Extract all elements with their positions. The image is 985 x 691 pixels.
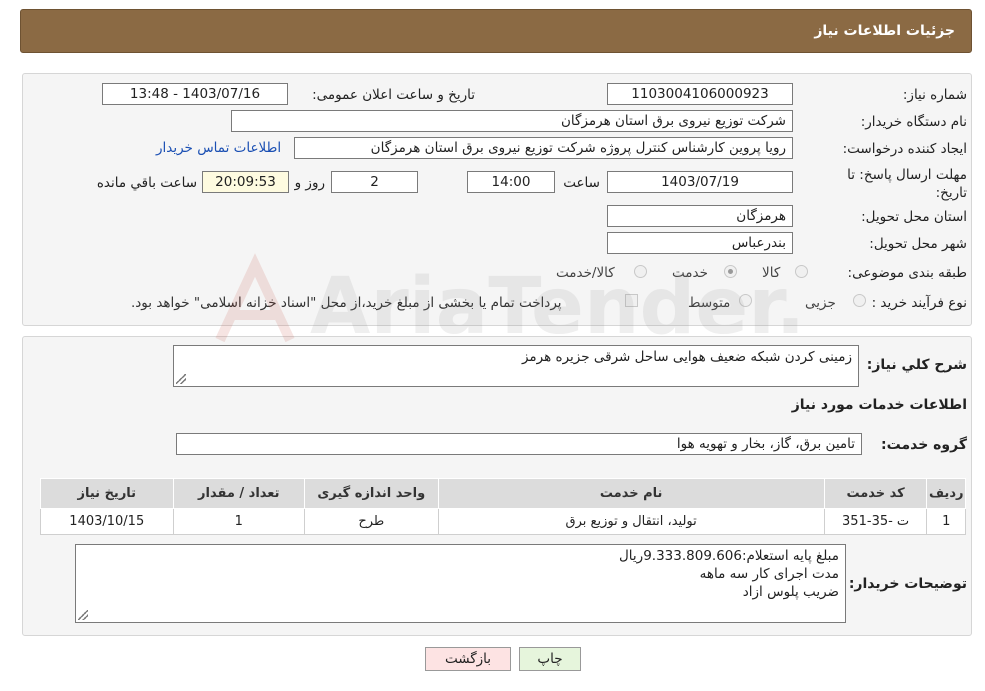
deadline-date-field[interactable]: 1403/07/19 [607,171,793,193]
province-field[interactable]: هرمزگان [607,205,793,227]
need-number-label: شماره نیاز: [902,87,967,103]
cell-row-number: 1 [926,508,966,535]
col-row-number: رديف [926,478,966,509]
col-service-code: کد خدمت [823,478,928,509]
resize-grip-icon[interactable] [78,610,88,620]
col-quantity: تعداد / مقدار [172,478,306,509]
buyer-notes-label: توضيحات خريدار: [848,576,967,592]
category-option-goods: کالا [762,265,781,281]
cell-unit: طرح [304,508,439,535]
back-button[interactable]: بازگشت [425,647,511,671]
remaining-time-field: 20:09:53 [202,171,289,193]
category-radio-service[interactable] [724,265,737,278]
col-unit: واحد اندازه گيری [304,478,439,509]
category-radio-goods-service[interactable] [634,265,647,278]
city-label: شهر محل تحویل: [869,236,967,252]
page-title: جزئیات اطلاعات نیاز [814,23,955,39]
buyer-org-field[interactable]: شرکت توزیع نیروی برق استان هرمزگان [231,110,793,132]
buyer-notes-line2: مدت اجرای کار سه ماهه [699,566,839,582]
category-radio-goods[interactable] [795,265,808,278]
buyer-org-label: نام دستگاه خریدار: [860,114,967,130]
deadline-label: مهلت ارسال پاسخ: تا تاریخ: [847,166,967,202]
category-label: طبقه بندی موضوعی: [847,265,967,281]
buyer-contact-link[interactable]: اطلاعات تماس خریدار [156,140,281,156]
treasury-payment-note: پرداخت تمام یا بخشی از مبلغ خرید،از محل … [131,295,562,311]
buyer-notes-line1: مبلغ پایه استعلام:9.333.809.606ریال [619,548,839,564]
services-table: رديف کد خدمت نام خدمت واحد اندازه گيری ت… [40,478,966,535]
cell-service-code: ت -35-351 [823,508,928,535]
days-field[interactable]: 2 [331,171,418,193]
process-option-partial: جزیی [805,295,836,311]
service-group-label: گروه خدمت: [881,437,967,453]
process-label: نوع فرآیند خرید : [871,295,967,311]
announce-label: تاریخ و ساعت اعلان عمومی: [312,87,475,103]
col-need-date: تاريخ نياز [40,478,174,509]
category-option-goods-service: کالا/خدمت [556,265,615,281]
province-label: استان محل تحویل: [861,209,967,225]
process-radio-medium[interactable] [739,294,752,307]
print-button[interactable]: چاپ [519,647,581,671]
city-field[interactable]: بندرعباس [607,232,793,254]
table-header-row: رديف کد خدمت نام خدمت واحد اندازه گيری ت… [40,478,966,509]
col-service-name: نام خدمت [437,478,825,509]
service-group-field[interactable]: تامین برق، گاز، بخار و تهویه هوا [176,433,862,455]
services-section-title: اطلاعات خدمات مورد نياز [791,397,967,413]
deadline-time-label: ساعت [563,175,600,191]
page-header: جزئیات اطلاعات نیاز [20,9,972,53]
cell-need-date: 1403/10/15 [40,508,174,535]
cell-quantity: 1 [172,508,306,535]
buyer-notes-line3: ضریب پلوس ازاد [742,584,839,600]
remaining-time-label: ساعت باقي مانده [96,175,197,191]
treasury-payment-checkbox[interactable] [625,294,638,307]
deadline-label-line2: تاریخ: [935,185,967,201]
process-radio-partial[interactable] [853,294,866,307]
cell-service-name: تولید، انتقال و توزیع برق [437,508,825,535]
process-option-medium: متوسط [688,295,731,311]
days-label: روز و [294,175,325,191]
table-row[interactable]: 1 ت -35-351 تولید، انتقال و توزیع برق طر… [40,508,966,535]
buyer-notes-textarea[interactable]: مبلغ پایه استعلام:9.333.809.606ریال مدت … [75,544,846,623]
requester-label: ایجاد کننده درخواست: [842,141,967,157]
summary-text: زمینی کردن شبکه ضعیف هوایی ساحل شرقی جزی… [521,349,852,365]
deadline-time-field[interactable]: 14:00 [467,171,555,193]
summary-textarea[interactable]: زمینی کردن شبکه ضعیف هوایی ساحل شرقی جزی… [173,345,859,387]
deadline-label-line1: مهلت ارسال پاسخ: تا [847,167,967,183]
resize-grip-icon[interactable] [176,374,186,384]
category-option-service: خدمت [672,265,708,281]
need-number-field[interactable]: 1103004106000923 [607,83,793,105]
requester-field[interactable]: رویا پروین کارشناس کنترل پروژه شرکت توزی… [294,137,793,159]
summary-label: شرح كلي نياز: [866,357,967,373]
announce-field[interactable]: 1403/07/16 - 13:48 [102,83,288,105]
